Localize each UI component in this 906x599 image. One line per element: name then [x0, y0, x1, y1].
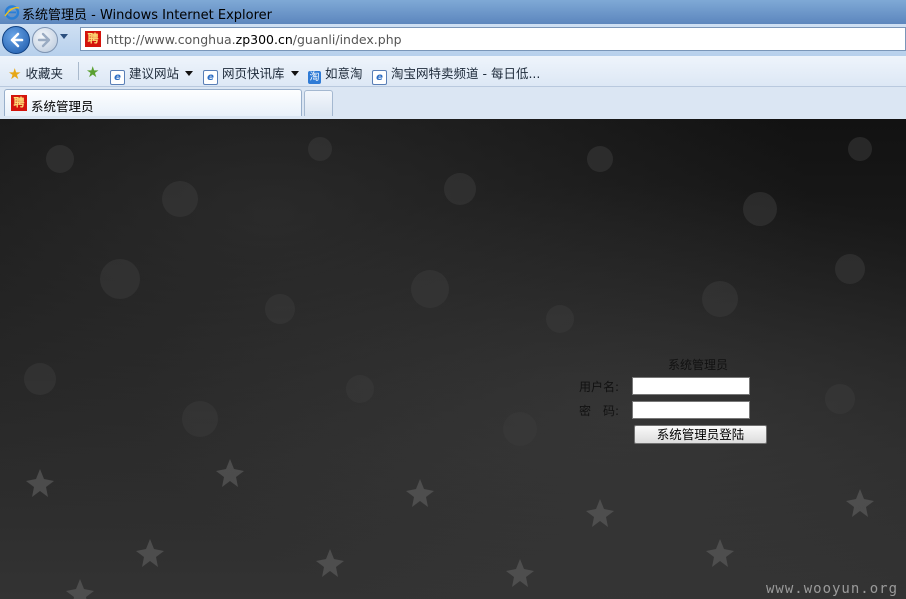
- recent-pages-dropdown[interactable]: [60, 34, 68, 39]
- tab-strip: 聘 系统管理员: [0, 87, 906, 119]
- taobao-icon: 淘: [308, 71, 321, 84]
- favorite-item-suggested-sites[interactable]: e 建议网站: [110, 63, 194, 85]
- favorite-item-web-slices[interactable]: e 网页快讯库: [203, 63, 299, 85]
- window-title: 系统管理员 - Windows Internet Explorer: [22, 8, 272, 23]
- tab-label: 系统管理员: [31, 99, 94, 114]
- site-favicon-icon: 聘: [85, 31, 101, 47]
- tab-admin[interactable]: 聘 系统管理员: [4, 89, 302, 116]
- address-field[interactable]: 聘 http://www.conghua.zp300.cn/guanli/ind…: [80, 27, 906, 51]
- login-title: 系统管理员: [668, 358, 729, 372]
- floral-background-pattern: [24, 137, 874, 599]
- url-path: /guanli/index.php: [292, 32, 402, 47]
- favorite-item-label: 建议网站: [129, 66, 180, 81]
- favorite-item-ruyitao[interactable]: 淘如意淘: [308, 63, 363, 84]
- watermark-text: www.wooyun.org: [766, 581, 899, 597]
- favorite-item-label: 如意淘: [325, 66, 363, 81]
- chevron-down-icon[interactable]: [185, 71, 194, 76]
- back-arrow-icon: [10, 32, 24, 48]
- favorite-item-label: 淘宝网特卖频道 - 每日低...: [391, 66, 541, 81]
- add-to-favorites-bar-button[interactable]: ★: [86, 63, 103, 81]
- ie-page-icon: e: [110, 70, 125, 85]
- forward-button[interactable]: [32, 27, 58, 53]
- favorites-label: 收藏夹: [25, 66, 63, 81]
- favorites-button[interactable]: ★ 收藏夹: [8, 63, 63, 83]
- new-tab-button[interactable]: [304, 90, 333, 116]
- add-favorite-icon: ★: [86, 63, 100, 81]
- url-host: zp300.cn: [235, 32, 293, 47]
- ie-page-icon: e: [372, 70, 387, 85]
- username-label: 用户名:: [579, 380, 620, 394]
- favorites-star-icon: ★: [8, 65, 22, 83]
- window-titlebar: 系统管理员 - Windows Internet Explorer: [0, 0, 906, 24]
- admin-login-button[interactable]: 系统管理员登陆: [634, 425, 767, 444]
- forward-arrow-icon: [37, 32, 51, 48]
- back-button[interactable]: [2, 26, 30, 54]
- favorites-divider: [78, 62, 79, 80]
- favorites-bar: ★ 收藏夹 ★ e 建议网站 e 网页快讯库 淘如意淘 e 淘宝网特卖频道 - 每日低.…: [0, 56, 906, 87]
- username-input[interactable]: [632, 377, 750, 395]
- page-content: 系统管理员 用户名: 密 码: 系统管理员登陆 www.wooyun.org: [0, 119, 906, 599]
- ie-page-icon: e: [203, 70, 218, 85]
- ie-logo-icon: [4, 5, 20, 20]
- site-favicon-icon: 聘: [11, 95, 27, 111]
- url-prefix: http://www.conghua.: [106, 32, 236, 47]
- favorite-item-taobao-sale[interactable]: e 淘宝网特卖频道 - 每日低...: [372, 63, 540, 85]
- password-label: 密 码:: [579, 404, 620, 418]
- navigation-bar: 聘 http://www.conghua.zp300.cn/guanli/ind…: [0, 24, 906, 56]
- favorite-item-label: 网页快讯库: [222, 66, 285, 81]
- url-text[interactable]: http://www.conghua.zp300.cn/guanli/index…: [106, 32, 402, 47]
- chevron-down-icon[interactable]: [290, 71, 299, 76]
- password-input[interactable]: [632, 401, 750, 419]
